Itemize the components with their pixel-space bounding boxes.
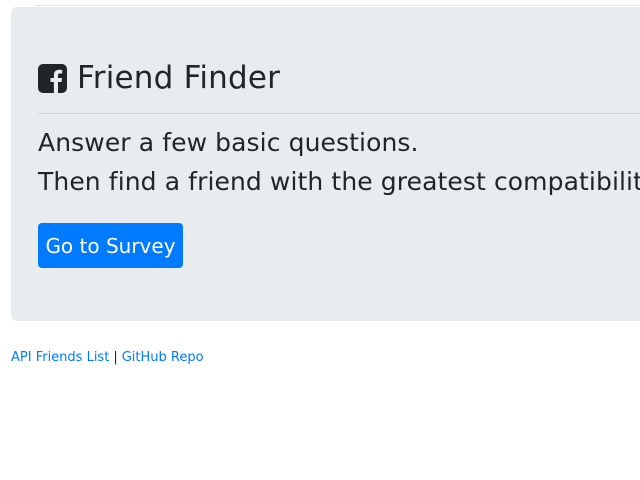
footer-links: API Friends List | GitHub Repo xyxy=(11,350,204,365)
footer-separator: | xyxy=(113,350,118,365)
facebook-square-icon xyxy=(38,63,67,93)
page-title: Friend Finder xyxy=(38,60,280,96)
go-to-survey-button[interactable]: Go to Survey xyxy=(38,223,183,268)
lead-text-line-2: Then find a friend with the greatest com… xyxy=(38,167,640,196)
divider xyxy=(38,113,640,114)
lead-text-line-1: Answer a few basic questions. xyxy=(38,128,419,157)
top-navbar-edge xyxy=(36,0,640,6)
api-friends-list-link[interactable]: API Friends List xyxy=(11,350,109,365)
jumbotron: Friend Finder Answer a few basic questio… xyxy=(11,7,640,321)
github-repo-link[interactable]: GitHub Repo xyxy=(122,350,204,365)
page-title-text: Friend Finder xyxy=(77,60,281,96)
